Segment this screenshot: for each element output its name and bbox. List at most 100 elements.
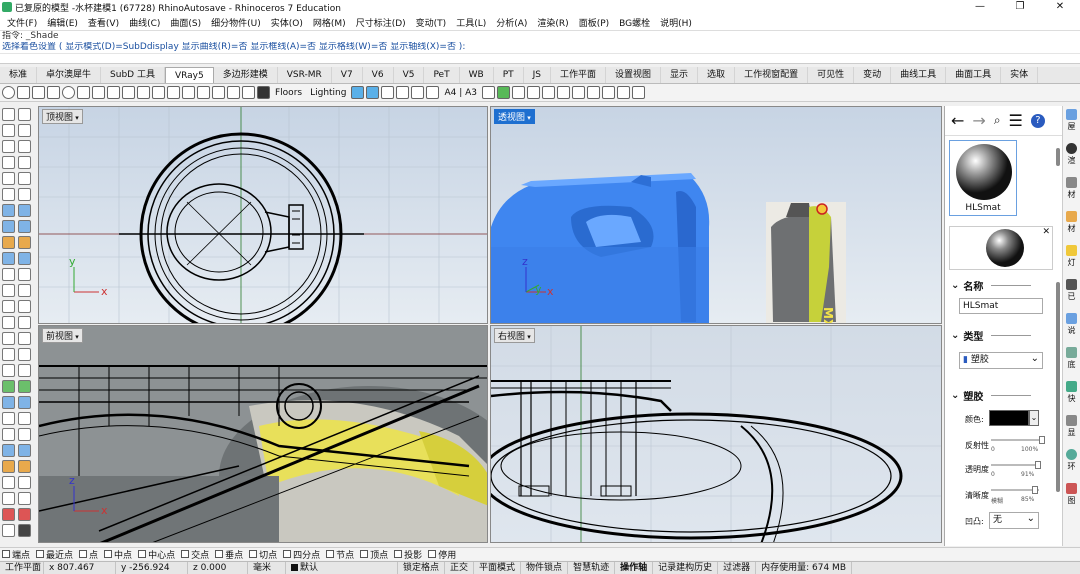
point-icon[interactable] — [18, 108, 31, 121]
tab-vray5[interactable]: VRay5 — [164, 67, 214, 83]
ellipse-icon[interactable] — [18, 156, 31, 169]
array-icon[interactable] — [18, 332, 31, 345]
viewport-top-label[interactable]: 顶视图 — [42, 109, 83, 124]
mirror-icon[interactable] — [2, 332, 15, 345]
bulb-icon[interactable] — [396, 86, 410, 99]
vray-fur-icon[interactable] — [227, 86, 240, 99]
side-tab-material-2[interactable]: 材 — [1063, 208, 1080, 242]
clarity-slider[interactable] — [991, 486, 1039, 494]
vray-spot-light-icon[interactable] — [152, 86, 165, 99]
tab-wb[interactable]: WB — [460, 67, 494, 83]
vray-light-icon[interactable] — [122, 86, 135, 99]
tab-subd-tools[interactable]: SubD 工具 — [101, 67, 165, 83]
zebra-icon[interactable] — [18, 492, 31, 505]
menu-bg-bolt[interactable]: BG螺栓 — [614, 16, 655, 29]
explode-icon[interactable] — [18, 284, 31, 297]
color-swatch[interactable] — [989, 410, 1029, 426]
analyze-icon[interactable] — [18, 380, 31, 393]
menu-tools[interactable]: 工具(L) — [451, 16, 491, 29]
menu-help[interactable]: 说明(H) — [655, 16, 697, 29]
viewport-perspective[interactable]: 透视图 MXO x y z — [490, 106, 942, 324]
status-history[interactable]: 记录建构历史 — [653, 561, 719, 574]
osnap-mid[interactable]: 中点 — [104, 548, 132, 561]
layout-icon[interactable] — [482, 86, 496, 99]
paper-size-label[interactable]: A4 | A3 — [441, 88, 480, 98]
viewport-front[interactable]: 前视图 x z — [38, 325, 488, 543]
osnap-project[interactable]: 投影 — [394, 548, 422, 561]
type-section-header[interactable]: ⌄ 类型 — [951, 328, 1031, 343]
status-ortho[interactable]: 正交 — [445, 561, 475, 574]
menu-dimension[interactable]: 尺寸标注(D) — [351, 16, 411, 29]
maximize-button[interactable]: ❐ — [1000, 0, 1040, 14]
menu-render[interactable]: 渲染(R) — [532, 16, 573, 29]
tab-v6[interactable]: V6 — [363, 67, 394, 83]
tab-standard[interactable]: 标准 — [0, 67, 38, 83]
osnap-point[interactable]: 点 — [79, 548, 98, 561]
scale-icon[interactable] — [18, 316, 31, 329]
viewport-top[interactable]: 顶视图 x y — [38, 106, 488, 324]
hide-icon[interactable] — [2, 412, 15, 425]
osnap-end[interactable]: 端点 — [2, 548, 30, 561]
leader-icon[interactable] — [18, 364, 31, 377]
cross-frame-icon[interactable] — [572, 86, 586, 99]
vray-plane-icon[interactable] — [242, 86, 255, 99]
stop-icon[interactable] — [2, 508, 15, 521]
side-tab-display[interactable]: 显 — [1063, 412, 1080, 446]
lock-icon[interactable] — [2, 428, 15, 441]
check-icon[interactable] — [2, 380, 15, 393]
tab-transform[interactable]: 变动 — [854, 67, 892, 83]
vray-omni-light-icon[interactable] — [182, 86, 195, 99]
vray-sphere-light-icon[interactable] — [137, 86, 150, 99]
join-icon[interactable] — [2, 284, 15, 297]
circle-icon[interactable] — [2, 156, 15, 169]
status-grid-snap[interactable]: 锁定格点 — [398, 561, 446, 574]
menu-edit[interactable]: 编辑(E) — [42, 16, 83, 29]
side-tab-material[interactable]: 材 — [1063, 174, 1080, 208]
osnap-vertex[interactable]: 顶点 — [360, 548, 388, 561]
osnap-near[interactable]: 最近点 — [36, 548, 73, 561]
tab-poly-modeling[interactable]: 多边形建模 — [214, 67, 278, 83]
unlock-icon[interactable] — [18, 428, 31, 441]
osnap-center[interactable]: 中心点 — [138, 548, 175, 561]
side-tab-snapshots[interactable]: 快 — [1063, 378, 1080, 412]
thumbnail-scrollbar[interactable] — [1056, 148, 1060, 166]
viewport-front-label[interactable]: 前视图 — [42, 328, 83, 343]
command-prompt-options[interactable]: ( 显示模式(D)=SubDdisplay 显示曲线(R)=否 显示框线(A)=… — [59, 42, 465, 52]
box-frame-icon[interactable] — [587, 86, 601, 99]
trim-icon[interactable] — [2, 268, 15, 281]
color-dropdown[interactable]: ⌄ — [1029, 410, 1039, 426]
floors-icon[interactable] — [257, 86, 270, 99]
tab-visibility[interactable]: 可见性 — [808, 67, 855, 83]
vray-material-icon[interactable] — [92, 86, 105, 99]
tab-set-view[interactable]: 设置视图 — [606, 67, 662, 83]
help-icon[interactable]: ? — [1030, 113, 1045, 128]
tab-cplane[interactable]: 工作平面 — [551, 67, 607, 83]
folder-icon[interactable] — [426, 86, 440, 99]
cursor-frame-icon[interactable] — [602, 86, 616, 99]
tab-zhuoer[interactable]: 卓尔澳犀牛 — [37, 67, 102, 83]
viewport-right-label[interactable]: 右视图 — [494, 328, 535, 343]
dimension-icon[interactable] — [2, 364, 15, 377]
side-tab-environment[interactable]: 环 — [1063, 446, 1080, 480]
menu-surface[interactable]: 曲面(S) — [165, 16, 206, 29]
menu-subd[interactable]: 细分物件(U) — [206, 16, 266, 29]
grip-icon[interactable] — [2, 476, 15, 489]
osnap-quad[interactable]: 四分点 — [283, 548, 320, 561]
green-tool-icon[interactable] — [497, 86, 511, 99]
osnap-disable[interactable]: 停用 — [428, 548, 456, 561]
vray-cloud-icon[interactable] — [47, 86, 60, 99]
side-tab-named[interactable]: 已 — [1063, 276, 1080, 310]
fillet-icon[interactable] — [18, 252, 31, 265]
side-tab-help[interactable]: 说 — [1063, 310, 1080, 344]
select-arrow-icon[interactable] — [2, 108, 15, 121]
polygon-icon[interactable] — [2, 172, 15, 185]
arc-icon[interactable] — [18, 140, 31, 153]
image-icon[interactable] — [512, 86, 526, 99]
status-cplane[interactable]: 工作平面 — [0, 561, 44, 574]
split-icon[interactable] — [18, 268, 31, 281]
curve-icon[interactable] — [2, 140, 15, 153]
vray-texture-icon[interactable] — [107, 86, 120, 99]
osnap-tan[interactable]: 切点 — [249, 548, 277, 561]
dock-icon[interactable] — [632, 86, 646, 99]
vray-dome-light-icon[interactable] — [197, 86, 210, 99]
